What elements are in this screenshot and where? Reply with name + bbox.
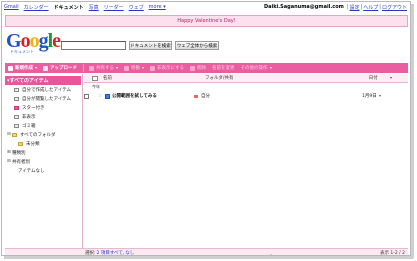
nav-web[interactable]: ウェブ <box>129 4 144 11</box>
account-email: Daiki.Saganuma@gmail.com <box>263 4 344 10</box>
rename-button[interactable]: 名前を変更 <box>212 65 235 71</box>
folder-tag-icon <box>194 94 198 98</box>
expand-icon: ⊞ <box>7 150 11 155</box>
sidebar-item-created[interactable]: 自分で作成したアイテム <box>5 85 81 94</box>
table-row[interactable]: ☆ 公開範囲を試してみる 自分 1月9日 <box>84 91 408 101</box>
window-shadow-bottom <box>4 256 413 259</box>
google-docs-logo[interactable]: Google ドキュメント <box>6 31 61 54</box>
sidebar-divider <box>82 74 83 252</box>
hide-icon <box>150 65 155 71</box>
eye-icon <box>14 96 19 101</box>
column-date[interactable]: 日付 <box>369 75 408 81</box>
upload-icon <box>43 65 48 71</box>
nav-calendar[interactable]: カレンダー <box>24 4 49 11</box>
new-doc-icon <box>8 65 13 71</box>
folder-icon <box>18 141 23 146</box>
collapse-icon: ⊟ <box>7 159 11 164</box>
more-actions-button[interactable]: その他の操作 <box>241 65 272 71</box>
nav-documents[interactable]: ドキュメント <box>54 4 84 11</box>
move-button[interactable]: 移動 <box>124 65 144 71</box>
sidebar-no-items: アイテムなし <box>18 168 45 174</box>
logout-link[interactable]: ログアウト <box>382 4 407 11</box>
chevron-down-icon <box>269 67 272 69</box>
sidebar-item-starred[interactable]: スター付き <box>5 103 81 112</box>
window-shadow-right <box>411 4 414 258</box>
sidebar-item-unsaved[interactable]: 未分類 <box>5 139 81 148</box>
nav-more[interactable]: more ▾ <box>149 4 166 10</box>
star-icon[interactable]: ☆ <box>98 93 103 99</box>
document-folder: 自分 <box>194 93 362 99</box>
share-button[interactable]: 共有する <box>89 65 118 71</box>
sidebar-item-hidden[interactable]: 非表示 <box>5 112 81 121</box>
sidebar-item-shared[interactable]: ⊟ 共有者別 <box>5 157 81 166</box>
help-link[interactable]: ヘルプ <box>363 4 378 11</box>
sidebar-item-all[interactable]: ▾ すべてのアイテム <box>5 76 81 85</box>
chevron-down-icon <box>116 67 118 69</box>
document-list: 名前 フォルダ/共有 日付 今年 ☆ 公開範囲を試してみる 自分 1月9日 <box>84 74 408 252</box>
delete-button[interactable]: 削除 <box>190 65 206 71</box>
document-title[interactable]: 公開範囲を試してみる <box>112 93 194 99</box>
document-icon <box>14 87 19 92</box>
document-icon <box>105 93 110 99</box>
top-nav: Gmail カレンダー ドキュメント 写真 リーダー ウェブ more ▾ Da… <box>2 2 410 12</box>
sidebar-item-trash[interactable]: ゴミ箱 <box>5 121 81 130</box>
select-none-link[interactable]: なし <box>125 250 134 255</box>
chevron-down-icon <box>142 67 144 69</box>
row-checkbox[interactable] <box>84 93 89 99</box>
sidebar-item-folders[interactable]: ⊟ すべてのフォルダ <box>5 130 81 139</box>
group-header: 今年 <box>92 84 100 89</box>
upload-button[interactable]: アップロード <box>43 65 77 71</box>
select-all-checkbox[interactable] <box>92 75 98 81</box>
share-icon <box>89 65 94 71</box>
selection-footer: 選択: 2 項目すべて , なし 表示 1-2 / 2 <box>5 248 408 256</box>
column-name[interactable]: 名前 <box>103 75 205 81</box>
action-toolbar: 新規作成 アップロード 共有する 移動 非表示にする 削除 名前を変更 その他の… <box>5 63 408 73</box>
search-docs-button[interactable]: ドキュメントを検索 <box>129 41 172 50</box>
heart-icon <box>14 105 19 110</box>
sidebar-item-types[interactable]: ⊞ 種類別 <box>5 148 81 157</box>
select-label: 選択: <box>85 251 96 256</box>
logo-subtitle: ドキュメント <box>10 49 34 54</box>
table-header: 名前 フォルダ/共有 日付 <box>84 74 408 83</box>
account-links: Daiki.Saganuma@gmail.com | 設定 | ヘルプ | ログ… <box>263 4 407 11</box>
select-all-link[interactable]: 2 項目すべて <box>97 250 123 255</box>
column-folder[interactable]: フォルダ/共有 <box>205 75 369 81</box>
trash-icon <box>14 123 19 128</box>
sort-down-icon <box>389 77 392 79</box>
collapse-icon: ⊟ <box>7 132 11 137</box>
new-button[interactable]: 新規作成 <box>8 65 37 71</box>
sidebar: ▾ すべてのアイテム 自分で作成したアイテム 自分が閲覧したアイテム スター付き… <box>5 76 81 251</box>
hide-button[interactable]: 非表示にする <box>150 65 184 71</box>
mouse-cursor-icon <box>270 254 272 255</box>
search-web-button[interactable]: ウェブ全体から検索 <box>175 41 219 50</box>
search-input[interactable] <box>61 41 126 50</box>
chevron-down-icon <box>35 67 37 69</box>
folder-move-icon <box>124 65 129 71</box>
sidebar-item-viewed[interactable]: 自分が閲覧したアイテム <box>5 94 81 103</box>
hidden-icon <box>14 114 19 119</box>
nav-gmail[interactable]: Gmail <box>4 4 19 10</box>
trash-icon <box>190 65 196 71</box>
nav-reader[interactable]: リーダー <box>104 4 124 11</box>
settings-link[interactable]: 設定 <box>350 4 360 11</box>
document-date: 1月9日 <box>362 93 381 99</box>
nav-photos[interactable]: 写真 <box>89 4 99 11</box>
browser-page: Gmail カレンダー ドキュメント 写真 リーダー ウェブ more ▾ Da… <box>1 1 411 256</box>
notification-banner: Happy Valentine's Day! <box>5 15 408 27</box>
row-menu-icon[interactable] <box>378 95 381 97</box>
folder-icon <box>12 132 17 137</box>
banner-text: Happy Valentine's Day! <box>177 18 236 24</box>
page-count: 表示 1-2 / 2 <box>379 251 405 256</box>
